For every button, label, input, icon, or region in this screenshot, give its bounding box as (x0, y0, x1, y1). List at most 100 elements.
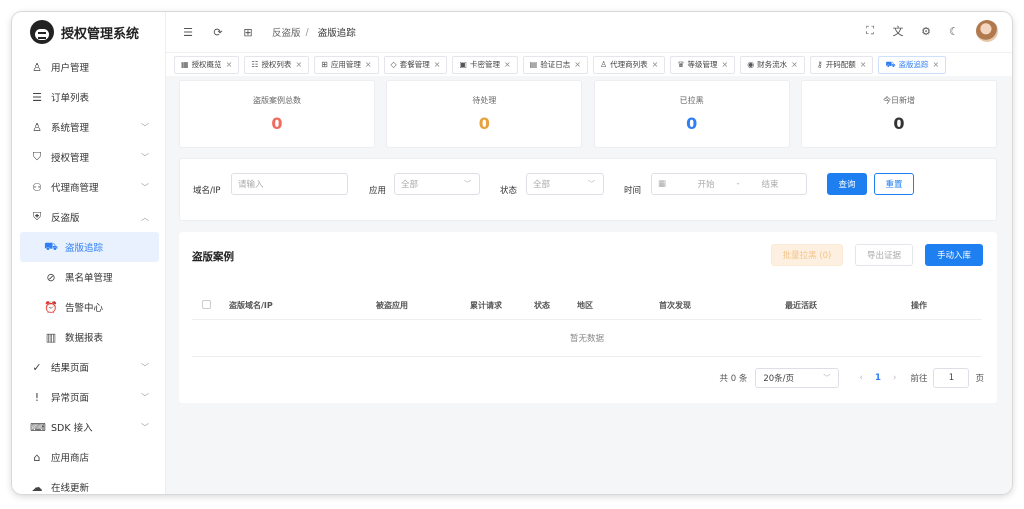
settings-icon[interactable]: ⚙ (916, 25, 936, 38)
grid-icon[interactable]: ⊞ (238, 26, 258, 39)
main-area: ☰ ⟳ ⊞ 反盗版 / 盗版追踪 ⛶ 文 ⚙ ☾ ▦ 授权概览 × ☷ 授权列表 × ⊞ 应用… (166, 12, 1012, 494)
query-button[interactable]: 查询 (827, 173, 867, 195)
tab-icon: ♙ (599, 60, 608, 69)
sidebar-item-sidebar-sub_items-1[interactable]: ⊘ 黑名单管理 (12, 262, 165, 292)
sidebar-item-sidebar-sub_items-0[interactable]: ⛟ 盗版追踪 (20, 232, 159, 262)
column-header[interactable]: 盗版域名/IP (229, 300, 273, 311)
close-icon[interactable]: × (791, 60, 798, 69)
sidebar-item-sidebar-bottom_items-4[interactable]: ☁ 在线更新 (12, 472, 165, 495)
tab-item[interactable]: ◉ 财务流水 × (740, 55, 805, 74)
sidebar-item-sidebar-items-5[interactable]: ⛨ 反盗版 ︿ (12, 202, 165, 232)
date-start-placeholder: 开始 (697, 180, 715, 190)
tab-label: 财务流水 (757, 60, 788, 69)
tab-icon: ◇ (390, 60, 397, 69)
sidebar-item-sidebar-items-3[interactable]: ⛉ 授权管理 ﹀ (12, 142, 165, 172)
sidebar-item-sidebar-items-1[interactable]: ☰ 订单列表 (12, 82, 165, 112)
close-icon[interactable]: × (365, 60, 372, 69)
status-select[interactable]: 全部 ﹀ (526, 173, 604, 195)
reset-button[interactable]: 重置 (874, 173, 914, 195)
sidebar-item-sidebar-items-2[interactable]: ♙ 系统管理 ﹀ (12, 112, 165, 142)
stat-card: 已拉黑 0 (593, 80, 790, 148)
tab-item[interactable]: ⛟ 盗版追踪 × (878, 55, 947, 74)
goto-label: 前往 (910, 374, 928, 384)
close-icon[interactable]: × (860, 60, 867, 69)
domain-placeholder: 请输入 (238, 180, 264, 190)
tab-icon: ☷ (251, 60, 259, 69)
page-number-current[interactable]: 1 (875, 373, 881, 383)
stat-card: 待处理 0 (386, 80, 583, 148)
close-icon[interactable]: × (226, 60, 233, 69)
cases-table-card: 盗版案例 批量拉黑 (0) 导出证据 手动入库 盗版域名/IP 被盗应用 累计请… (179, 232, 997, 403)
prev-page-icon[interactable]: ‹ (859, 373, 863, 383)
close-icon[interactable]: × (574, 60, 581, 69)
refresh-icon[interactable]: ⟳ (208, 26, 228, 39)
status-select-value: 全部 (533, 180, 551, 190)
column-header[interactable]: 累计请求 (470, 300, 502, 311)
select-all-checkbox[interactable] (202, 300, 211, 309)
fullscreen-icon[interactable]: ⛶ (860, 24, 880, 38)
tab-label: 应用管理 (330, 60, 361, 69)
manual-add-button[interactable]: 手动入库 (925, 244, 983, 266)
sidebar-item-label: 代理商管理 (51, 183, 99, 194)
close-icon[interactable]: × (504, 60, 511, 69)
tab-item[interactable]: ▣ 卡密管理 × (452, 55, 518, 74)
close-icon[interactable]: × (434, 60, 441, 69)
page-size-value: 20条/页 (763, 374, 795, 384)
tab-item[interactable]: ♛ 等级管理 × (670, 55, 736, 74)
page-size-select[interactable]: 20条/页 ﹀ (755, 368, 840, 388)
tab-icon: ⊞ (321, 60, 328, 69)
tab-item[interactable]: ♙ 代理商列表 × (592, 55, 666, 74)
next-page-icon[interactable]: › (893, 373, 897, 383)
sidebar-item-sidebar-sub_items-2[interactable]: ⏰ 告警中心 (12, 292, 165, 322)
menu-fold-icon[interactable]: ☰ (178, 26, 198, 39)
filter-panel: 域名/IP 请输入 应用 全部 ﹀ 状态 全部 ﹀ 时间 ▦ 开始 - 结束 查… (179, 158, 997, 221)
tab-item[interactable]: ⊞ 应用管理 × (314, 55, 379, 74)
chevron-down-icon: ﹀ (141, 362, 149, 372)
column-header[interactable]: 首次发现 (659, 300, 691, 311)
avatar[interactable] (976, 20, 998, 42)
sidebar-item-sidebar-bottom_items-3[interactable]: ⌂ 应用商店 (12, 442, 165, 472)
close-icon[interactable]: × (295, 60, 302, 69)
column-header[interactable]: 最近活跃 (785, 300, 817, 311)
topbar: ☰ ⟳ ⊞ 反盗版 / 盗版追踪 ⛶ 文 ⚙ ☾ (166, 12, 1012, 52)
export-evidence-button[interactable]: 导出证据 (855, 244, 913, 266)
sidebar-item-sidebar-items-0[interactable]: ♙ 用户管理 (12, 52, 165, 82)
dark-mode-icon[interactable]: ☾ (944, 25, 964, 38)
tab-item[interactable]: ⚷ 开码配额 × (809, 55, 874, 74)
app-select[interactable]: 全部 ﹀ (394, 173, 480, 195)
stat-value: 0 (686, 114, 698, 133)
stat-label: 盗版案例总数 (253, 96, 301, 105)
chevron-up-icon: ︿ (141, 212, 149, 222)
stat-card: 今日新增 0 (800, 80, 997, 148)
close-icon[interactable]: × (721, 60, 728, 69)
domain-input[interactable]: 请输入 (231, 173, 348, 195)
stat-card: 盗版案例总数 0 (179, 80, 375, 148)
order-list-icon: ☰ (32, 90, 42, 104)
sidebar-item-label: 用户管理 (51, 63, 90, 74)
column-header[interactable]: 被盗应用 (376, 300, 408, 311)
sidebar-item-sidebar-items-4[interactable]: ⚇ 代理商管理 ﹀ (12, 172, 165, 202)
close-icon[interactable]: × (933, 60, 940, 69)
tab-item[interactable]: ☷ 授权列表 × (244, 55, 310, 74)
date-range-picker[interactable]: ▦ 开始 - 结束 (651, 173, 807, 195)
column-header[interactable]: 地区 (577, 300, 593, 311)
breadcrumb-item-parent[interactable]: 反盗版 (272, 25, 301, 39)
goto-page-input[interactable]: 1 (933, 368, 970, 388)
batch-block-button[interactable]: 批量拉黑 (0) (771, 244, 843, 266)
tab-icon: ◉ (747, 60, 755, 69)
ban-icon: ⊘ (46, 270, 56, 284)
tab-item[interactable]: ◇ 套餐管理 × (383, 55, 448, 74)
code-icon: ⌨ (30, 420, 46, 434)
tab-item[interactable]: ▤ 验证日志 × (522, 55, 588, 74)
sidebar-item-sidebar-bottom_items-1[interactable]: ! 异常页面 ﹀ (12, 382, 165, 412)
tab-item[interactable]: ▦ 授权概览 × (174, 55, 240, 74)
translate-icon[interactable]: 文 (888, 23, 908, 39)
close-icon[interactable]: × (652, 60, 659, 69)
logo[interactable]: 授权管理系统 (12, 12, 165, 52)
sidebar-item-sidebar-sub_items-3[interactable]: ▥ 数据报表 (12, 322, 165, 352)
app-label: 应用 (369, 186, 387, 196)
sidebar-item-sidebar-bottom_items-0[interactable]: ✓ 结果页面 ﹀ (12, 352, 165, 382)
column-header: 操作 (911, 301, 927, 310)
column-header[interactable]: 状态 (534, 300, 550, 311)
sidebar-item-sidebar-bottom_items-2[interactable]: ⌨ SDK 接入 ﹀ (12, 412, 165, 442)
